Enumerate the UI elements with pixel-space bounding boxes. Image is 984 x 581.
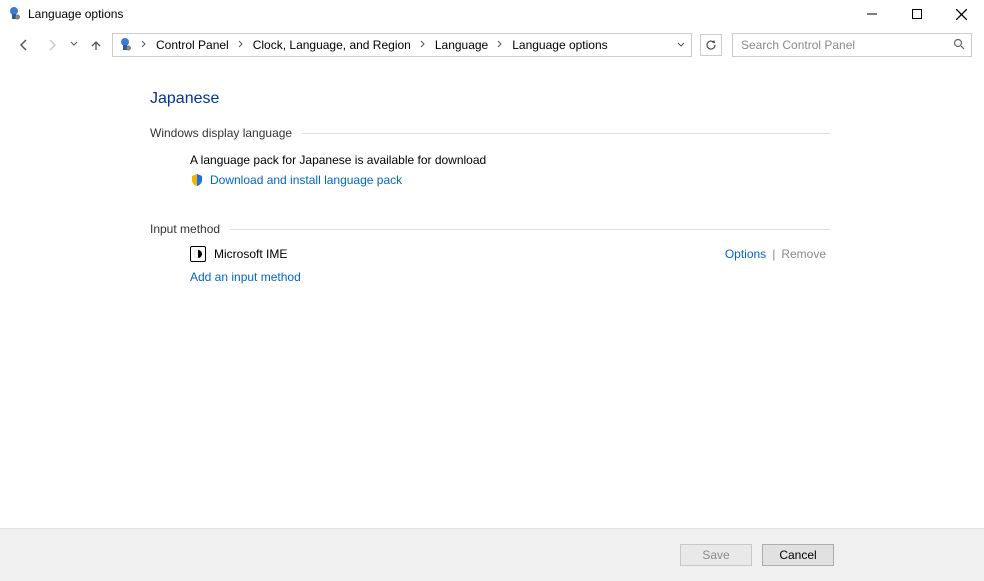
display-language-section-header: Windows display language (150, 126, 830, 140)
footer: Save Cancel (0, 528, 984, 581)
search-icon (953, 38, 965, 53)
maximize-button[interactable] (894, 0, 939, 28)
input-method-label: Input method (150, 222, 230, 236)
ime-name: Microsoft IME (214, 247, 725, 261)
back-button[interactable] (12, 33, 36, 57)
divider (230, 229, 830, 230)
language-heading: Japanese (150, 90, 830, 108)
search-box[interactable] (732, 33, 972, 57)
divider (302, 133, 830, 134)
content-area: Japanese Windows display language A lang… (0, 62, 984, 528)
up-button[interactable] (84, 33, 108, 57)
add-input-method-link[interactable]: Add an input method (190, 270, 301, 284)
titlebar: Language options (0, 0, 984, 28)
window-controls (849, 0, 984, 28)
history-dropdown[interactable] (68, 40, 80, 50)
shield-icon (190, 173, 204, 187)
search-input[interactable] (739, 37, 953, 53)
breadcrumb-item-1[interactable]: Clock, Language, and Region (250, 36, 414, 54)
ime-remove-link: Remove (781, 247, 826, 261)
download-language-pack-link[interactable]: Download and install language pack (210, 173, 402, 187)
breadcrumb-item-2[interactable]: Language (432, 36, 491, 54)
refresh-button[interactable] (700, 34, 722, 56)
window-title: Language options (28, 7, 849, 21)
pack-available-text: A language pack for Japanese is availabl… (190, 150, 830, 170)
chevron-right-icon[interactable] (416, 40, 430, 51)
ime-options-link[interactable]: Options (725, 247, 766, 261)
chevron-right-icon[interactable] (493, 40, 507, 51)
forward-button[interactable] (40, 33, 64, 57)
separator: | (772, 247, 775, 261)
save-button[interactable]: Save (680, 544, 752, 566)
input-method-section-header: Input method (150, 222, 830, 236)
breadcrumb-item-3[interactable]: Language options (509, 36, 610, 54)
chevron-right-icon[interactable] (137, 40, 151, 51)
cancel-button[interactable]: Cancel (762, 544, 834, 566)
ime-row: Microsoft IME Options | Remove (150, 246, 830, 262)
chevron-right-icon[interactable] (234, 40, 248, 51)
navigation-row: Control Panel Clock, Language, and Regio… (0, 28, 984, 62)
minimize-button[interactable] (849, 0, 894, 28)
close-button[interactable] (939, 0, 984, 28)
breadcrumb-dropdown[interactable] (677, 38, 685, 52)
breadcrumb-item-0[interactable]: Control Panel (153, 36, 232, 54)
breadcrumb-bar[interactable]: Control Panel Clock, Language, and Regio… (112, 33, 692, 57)
control-panel-icon (6, 6, 22, 22)
breadcrumb-root-icon (117, 37, 133, 53)
ime-icon (190, 246, 206, 262)
display-language-label: Windows display language (150, 126, 302, 140)
